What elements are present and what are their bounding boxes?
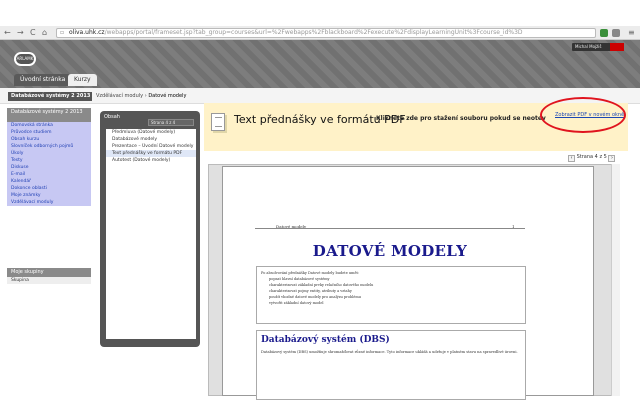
sidebar-item[interactable]: Testy [7,157,91,164]
course-title[interactable]: Databázové systémy 2 2013 [8,92,92,101]
breadcrumb-separator: › [144,93,147,99]
breadcrumb-item: Datové modely [148,93,187,99]
breadcrumb-item[interactable]: Vzdělávací moduly [96,93,143,99]
group-item[interactable]: Skupina [7,277,91,284]
logo[interactable]: ARLAMK [14,52,36,66]
sidebar-item[interactable]: Diskuse [7,164,91,171]
tab-home[interactable]: Úvodní stránka [14,74,72,86]
sidebar-item[interactable]: E-mail [7,171,91,178]
list-item[interactable]: Text přednášky ve formátu PDF [106,150,196,157]
extension-icon[interactable] [612,29,620,37]
sidebar-item[interactable]: Úkoly [7,150,91,157]
download-link[interactable]: Klikněte zde pro stažení souboru pokud s… [376,115,546,122]
tab-courses[interactable]: Kurzy [68,74,97,86]
course-menu-list: Domovská stránka Průvodce studiem Obsah … [7,122,91,206]
sidebar-item[interactable]: Průvodce studiem [7,129,91,136]
sidebar-item[interactable]: Kalendář [7,178,91,185]
menu-icon[interactable]: ≡ [628,28,635,38]
page-select[interactable]: Strana 4 z 4 [148,119,194,126]
pdf-objectives-box: Po absolvování přednášky Datové modely b… [256,266,526,324]
sidebar-item[interactable]: Dokonce oblasti [7,185,91,192]
url-domain: oliva.uhk.cz [69,29,105,36]
next-page-button[interactable]: › [608,155,616,162]
list-item[interactable]: Databázové modely [106,136,196,143]
highlight-circle [540,97,626,133]
groups-box: Moje skupiny Skupina [7,268,91,284]
sidebar-item[interactable]: Slovníček odborných pojmů [7,143,91,150]
sidebar-item[interactable]: Vzdělávací moduly [7,199,91,206]
url-path: /webapps/portal/frameset.jsp?tab_group=c… [104,29,523,36]
content-list: Předmluva (Datové modely) Databázové mod… [106,129,196,339]
home-icon[interactable]: ⌂ [42,28,47,38]
page-indicator: Strana 4 z 5 [576,154,607,160]
pdf-section: Databázový systém (DBS) Databázový systé… [256,330,526,400]
groups-title[interactable]: Moje skupiny [7,268,91,277]
sidebar-item[interactable]: Obsah kurzu [7,136,91,143]
pdf-bullet: vytvořit základní datový model [269,301,324,305]
reload-icon[interactable]: C [30,28,36,38]
pdf-section-title: Databázový systém (DBS) [261,335,390,345]
groups-list: Skupina [7,277,91,284]
prev-page-button[interactable]: ‹ [568,155,575,162]
scrollbar[interactable] [611,164,620,396]
logo-text: ARLAMK [16,56,34,61]
page-icon: ▫ [60,29,65,36]
course-menu-title[interactable]: Databázové systémy 2 2013 [7,108,91,122]
address-bar[interactable]: ▫ oliva.uhk.cz/webapps/portal/frameset.j… [56,28,596,38]
pdf-title: DATOVÉ MODELY [312,242,468,260]
back-icon[interactable]: ← [4,28,11,38]
extension-icon[interactable] [600,29,608,37]
forward-icon[interactable]: → [17,28,24,38]
logout-icon[interactable] [610,43,624,51]
breadcrumb: Vzdělávací moduly › Datové modely [96,93,186,99]
list-item[interactable]: Předmluva (Datové modely) [106,129,196,136]
pdf-pager: ‹ Strana 4 z 5 › [568,155,626,163]
list-item[interactable]: Prezentace – Úvodní Datové modely [106,143,196,150]
pdf-section-text: Databázový systém (DBS) umožňuje shromaž… [261,350,518,354]
course-menu: Databázové systémy 2 2013 Domovská strán… [7,108,91,206]
document-icon [211,113,225,131]
list-item[interactable]: Autotest (Datové modely) [106,157,196,164]
sidebar-item[interactable]: Moje známky [7,192,91,199]
sidebar-item[interactable]: Domovská stránka [7,122,91,129]
browser-toolbar: ← → C ⌂ ▫ oliva.uhk.cz/webapps/portal/fr… [0,26,640,40]
